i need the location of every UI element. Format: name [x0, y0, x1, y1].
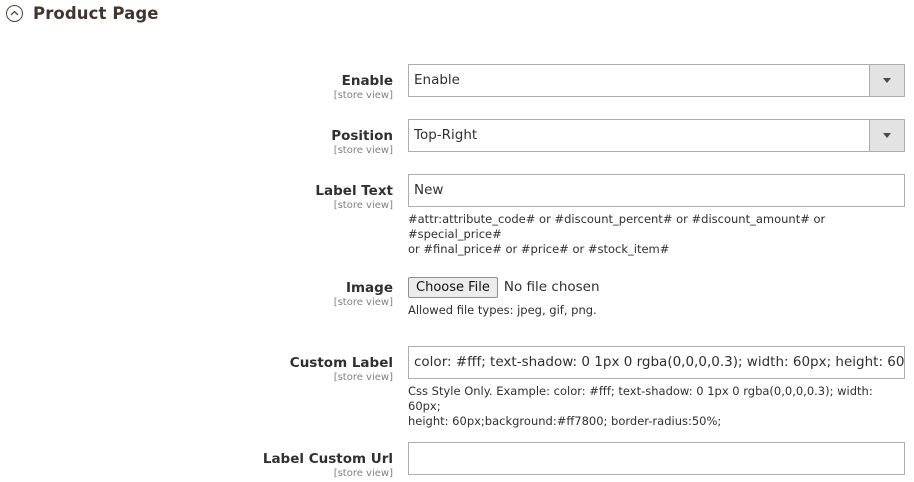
custom-label-label: Custom Label [289, 355, 393, 371]
chevron-down-icon [883, 133, 891, 138]
enable-scope: [store view] [333, 90, 393, 101]
image-scope: [store view] [333, 297, 393, 308]
image-file-input[interactable]: Choose File No file chosen [408, 276, 905, 298]
label-text-note-line-1: #attr:attribute_code# or #discount_perce… [408, 212, 826, 241]
label-custom-url-label: Label Custom Url [262, 451, 393, 467]
position-select-value: Top-Right [414, 127, 478, 143]
position-select[interactable]: Top-Right [408, 119, 905, 152]
enable-dropdown-toggle[interactable] [869, 65, 904, 96]
label-text-input[interactable]: New [408, 174, 905, 207]
position-scope: [store view] [333, 145, 393, 156]
collapse-up-icon[interactable] [6, 4, 23, 22]
chevron-down-icon [883, 78, 891, 83]
label-text-scope: [store view] [333, 200, 393, 211]
label-text-note: #attr:attribute_code# or #discount_perce… [408, 212, 905, 257]
position-dropdown-toggle[interactable] [869, 120, 904, 151]
custom-label-input[interactable]: color: #fff; text-shadow: 0 1px 0 rgba(0… [408, 346, 905, 379]
enable-select[interactable]: Enable [408, 64, 905, 97]
label-text-label: Label Text [315, 183, 393, 199]
enable-label: Enable [341, 73, 393, 89]
custom-label-note-line-2: height: 60px;background:#ff7800; border-… [408, 414, 722, 428]
label-text-note-line-2: or #final_price# or #price# or #stock_it… [408, 242, 670, 256]
image-note: Allowed file types: jpeg, gif, png. [408, 303, 597, 317]
choose-file-button[interactable]: Choose File [408, 276, 498, 298]
image-label: Image [345, 280, 393, 296]
custom-label-scope: [store view] [333, 372, 393, 383]
custom-label-note: Css Style Only. Example: color: #fff; te… [408, 384, 905, 429]
section-title: Product Page [33, 3, 159, 23]
label-custom-url-input[interactable] [408, 442, 905, 475]
label-custom-url-scope: [store view] [333, 468, 393, 479]
enable-select-value: Enable [414, 72, 460, 88]
section-header-product-page[interactable]: Product Page [6, 2, 159, 24]
position-label: Position [331, 128, 393, 144]
file-status: No file chosen [503, 279, 600, 295]
custom-label-note-line-1: Css Style Only. Example: color: #fff; te… [408, 384, 873, 413]
